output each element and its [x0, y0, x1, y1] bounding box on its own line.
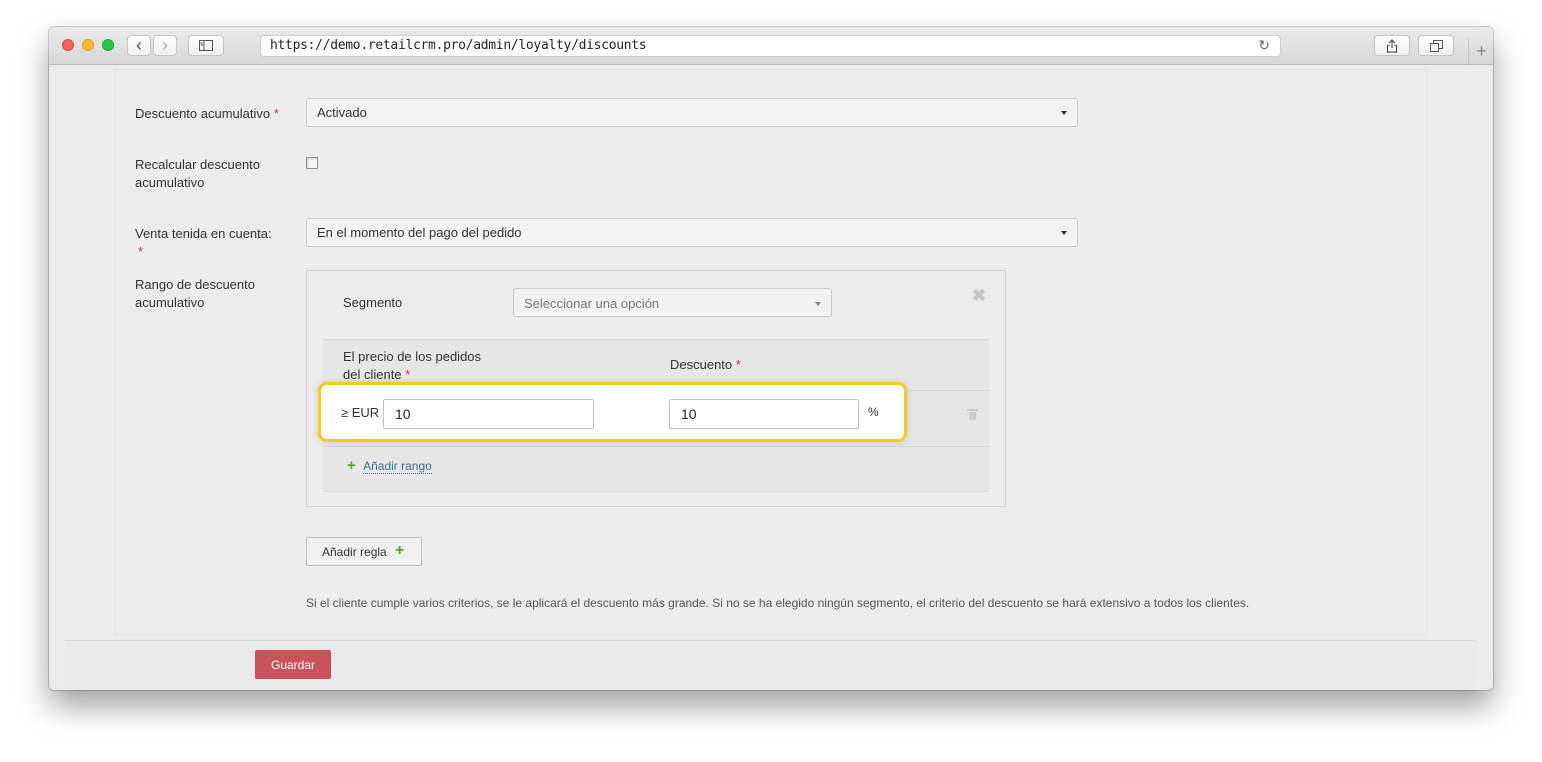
discount-column-header: Descuento * [670, 357, 741, 372]
chevron-right-icon: › [162, 35, 168, 55]
sale-counted-label-text: Venta tenida en cuenta: [135, 226, 272, 241]
url-text: https://demo.retailcrm.pro/admin/loyalty… [270, 38, 647, 53]
sidebar-toggle-button[interactable] [188, 35, 224, 56]
add-range-link[interactable]: + Añadir rango [347, 457, 432, 474]
save-button[interactable]: Guardar [255, 650, 331, 679]
range-label-line1: Rango de descuento [135, 277, 255, 292]
currency-prefix: ≥ EUR [341, 405, 380, 420]
segment-select[interactable]: Seleccionar una opción [513, 288, 832, 317]
add-rule-label: Añadir regla [322, 545, 387, 559]
reload-icon[interactable]: ↻ [1258, 37, 1270, 54]
new-tab-button[interactable]: + [1468, 39, 1493, 65]
segment-placeholder: Seleccionar una opción [524, 296, 660, 311]
required-mark: * [735, 357, 741, 372]
sale-counted-value: En el momento del pago del pedido [317, 225, 522, 240]
address-bar[interactable]: https://demo.retailcrm.pro/admin/loyalty… [260, 35, 1281, 57]
share-icon [1386, 39, 1398, 53]
segment-label: Segmento [343, 295, 403, 310]
caret-down-icon [815, 302, 821, 306]
close-window-button[interactable] [62, 39, 74, 51]
accumulative-value: Activado [317, 105, 367, 120]
discount-header-text: Descuento [670, 357, 733, 372]
trash-icon[interactable] [967, 409, 978, 420]
remove-rule-icon[interactable]: ✖ [972, 286, 986, 306]
discount-input[interactable]: 10 [669, 399, 859, 429]
tabs-icon [1429, 40, 1443, 52]
row-divider [323, 446, 989, 447]
browser-window: ‹ › https://demo.retailcrm.pro/admin/loy… [49, 27, 1493, 690]
browser-toolbar: ‹ › https://demo.retailcrm.pro/admin/loy… [49, 27, 1493, 65]
share-button[interactable] [1374, 35, 1410, 56]
price-input[interactable]: 10 [383, 399, 594, 429]
recalculate-checkbox[interactable] [306, 157, 318, 169]
chevron-left-icon: ‹ [136, 35, 142, 55]
accumulative-select[interactable]: Activado [306, 98, 1078, 127]
sale-counted-select[interactable]: En el momento del pago del pedido [306, 218, 1078, 247]
plus-icon: + [347, 457, 356, 474]
accumulative-label: Descuento acumulativo * [135, 106, 279, 121]
add-rule-button[interactable]: Añadir regla + [306, 537, 422, 566]
required-mark: * [138, 244, 144, 259]
tabs-overview-button[interactable] [1418, 35, 1454, 56]
discount-settings-panel: Descuento acumulativo * Activado Recalcu… [115, 69, 1427, 635]
rules-note: Si el cliente cumple varios criterios, s… [306, 596, 1250, 610]
footer-bar: Guardar [65, 640, 1477, 687]
plus-icon: + [395, 542, 405, 559]
caret-down-icon [1061, 231, 1067, 235]
recalculate-label-line2: acumulativo [135, 175, 205, 190]
recalculate-label-line1: Recalcular descuento [135, 157, 261, 172]
bottom-divider [323, 491, 989, 492]
range-label-line2: acumulativo [135, 295, 205, 310]
add-range-label: Añadir rango [363, 459, 432, 474]
range-label: Rango de descuento acumulativo [135, 276, 255, 312]
sale-counted-label: Venta tenida en cuenta: * [135, 225, 272, 261]
price-header-line1: El precio de los pedidos [343, 349, 482, 364]
range-row-highlight: ≥ EUR 10 10 % [318, 382, 907, 442]
zoom-window-button[interactable] [102, 39, 114, 51]
percent-unit: % [868, 405, 879, 419]
back-button[interactable]: ‹ [127, 35, 151, 56]
sidebar-icon [199, 40, 213, 51]
price-column-header: El precio de los pedidos del cliente * [343, 348, 481, 384]
caret-down-icon [1061, 111, 1067, 115]
page-content: Descuento acumulativo * Activado Recalcu… [49, 65, 1493, 690]
required-mark: * [273, 106, 279, 121]
recalculate-label: Recalcular descuento acumulativo [135, 156, 260, 192]
price-header-line2: del cliente [343, 367, 402, 382]
minimize-window-button[interactable] [82, 39, 94, 51]
required-mark: * [405, 367, 411, 382]
forward-button[interactable]: › [153, 35, 177, 56]
